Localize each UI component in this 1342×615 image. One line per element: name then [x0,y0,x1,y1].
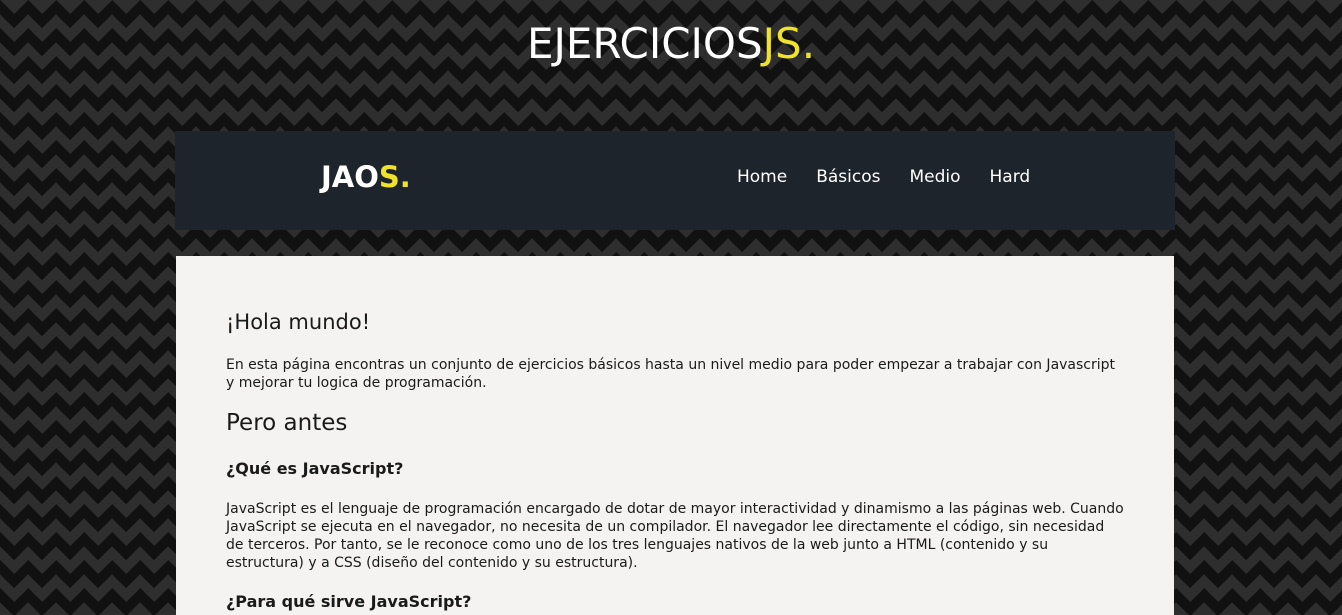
nav-link-basicos[interactable]: Básicos [816,166,880,188]
intro-paragraph: En esta página encontras un conjunto de … [226,357,1116,391]
nav-link-medio[interactable]: Medio [909,166,960,188]
greeting-heading: ¡Hola mundo! [226,310,371,334]
nav-links: Home Básicos Medio Hard [737,166,1030,188]
logo-accent: S. [378,160,411,194]
nav-link-hard[interactable]: Hard [990,166,1031,188]
question-what-is-js: ¿Qué es JavaScript? [226,459,404,478]
logo[interactable]: JAOS. [321,159,411,195]
site-title-accent: JS. [762,19,816,68]
logo-main: JAO [321,160,379,194]
site-title: EJERCICIOSJS. [0,18,1342,70]
main-content: ¡Hola mundo! En esta página encontras un… [176,256,1174,615]
section-heading: Pero antes [226,410,348,436]
answer-what-is-js: JavaScript es el lenguaje de programació… [226,501,1124,571]
site-title-main: EJERCICIOS [526,19,763,68]
navbar: JAOS. Home Básicos Medio Hard [175,131,1175,230]
nav-link-home[interactable]: Home [737,166,787,188]
question-what-for-js: ¿Para qué sirve JavaScript? [226,592,472,611]
